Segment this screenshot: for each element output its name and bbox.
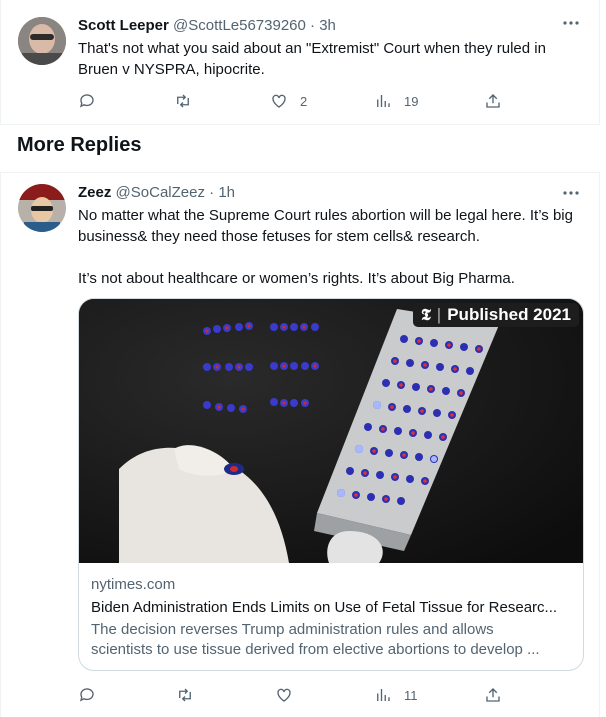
like-icon [272, 94, 286, 108]
tweet-text-paragraph: That's not what you said about an "Extre… [78, 40, 546, 78]
views-button[interactable]: 19 [374, 91, 418, 111]
reply-button[interactable] [78, 685, 96, 705]
card-title[interactable]: Biden Administration Ends Limits on Use … [91, 597, 571, 619]
timestamp[interactable]: 1h [218, 184, 235, 201]
tweet-actions: 11 [78, 685, 518, 705]
card-description-line: The decision reverses Trump administrati… [91, 621, 494, 638]
like-button[interactable] [275, 685, 293, 705]
tweet-header: Zeez @SoCalZeez · 1h [78, 184, 235, 201]
card-meta: nytimes.com Biden Administration Ends Li… [91, 575, 571, 660]
badge-separator: | [436, 305, 442, 324]
view-count: 11 [404, 687, 418, 703]
user-handle[interactable]: @SoCalZeez [116, 184, 205, 201]
retweet-button[interactable] [176, 685, 194, 705]
reply-icon [79, 688, 94, 702]
display-name[interactable]: Scott Leeper [78, 17, 169, 34]
retweet-button[interactable] [174, 91, 192, 111]
reply-button[interactable] [78, 91, 96, 111]
view-count: 19 [404, 93, 419, 109]
retweet-icon [179, 688, 191, 702]
views-button[interactable]: 11 [374, 685, 418, 705]
badge-text: Published 2021 [447, 305, 571, 324]
section-title: More Replies [17, 134, 142, 156]
retweet-icon [177, 94, 189, 108]
published-badge: 𝕿 | Published 2021 [412, 303, 579, 327]
user-handle[interactable]: @ScottLe56739260 [173, 17, 306, 34]
avatar[interactable] [18, 17, 66, 65]
card-description-line: scientists to use tissue derived from el… [91, 641, 540, 658]
card-domain: nytimes.com [91, 576, 176, 593]
nyt-logo-icon: 𝕿 [420, 305, 431, 324]
tweet-text: No matter what the Supreme Court rules a… [78, 205, 578, 289]
more-horizontal-icon[interactable] [561, 13, 581, 38]
share-icon [486, 94, 500, 108]
share-button[interactable] [484, 685, 502, 705]
timestamp[interactable]: 3h [319, 17, 336, 34]
like-count: 2 [300, 93, 308, 109]
tweet-text: That's not what you said about an "Extre… [78, 38, 578, 80]
divider [0, 124, 600, 125]
avatar[interactable] [18, 184, 66, 232]
tweet-text-paragraph: It’s not about healthcare or women’s rig… [78, 270, 515, 287]
views-icon [377, 689, 390, 701]
card-description: The decision reverses Trump administrati… [91, 620, 571, 660]
views-icon [377, 95, 390, 107]
display-name[interactable]: Zeez [78, 184, 111, 201]
card-image[interactable]: 𝕿 | Published 2021 [79, 299, 583, 563]
like-button[interactable]: 2 [270, 91, 307, 111]
separator-dot: · [209, 184, 215, 201]
share-icon [486, 688, 500, 702]
tweet-text-paragraph: No matter what the Supreme Court rules a… [78, 207, 573, 245]
tweet-zeez[interactable]: Zeez @SoCalZeez · 1h No matter what the … [0, 173, 600, 717]
share-button[interactable] [484, 91, 502, 111]
separator-dot: · [310, 17, 316, 34]
reply-icon [79, 94, 94, 108]
tweet-scott-leeper[interactable]: Scott Leeper @ScottLe56739260 · 3h That'… [0, 0, 600, 124]
link-card[interactable]: 𝕿 | Published 2021 nytimes.com Biden Adm… [78, 298, 584, 671]
tweet-header: Scott Leeper @ScottLe56739260 · 3h [78, 17, 336, 34]
like-icon [277, 688, 291, 702]
tweet-actions: 2 19 [78, 91, 518, 111]
